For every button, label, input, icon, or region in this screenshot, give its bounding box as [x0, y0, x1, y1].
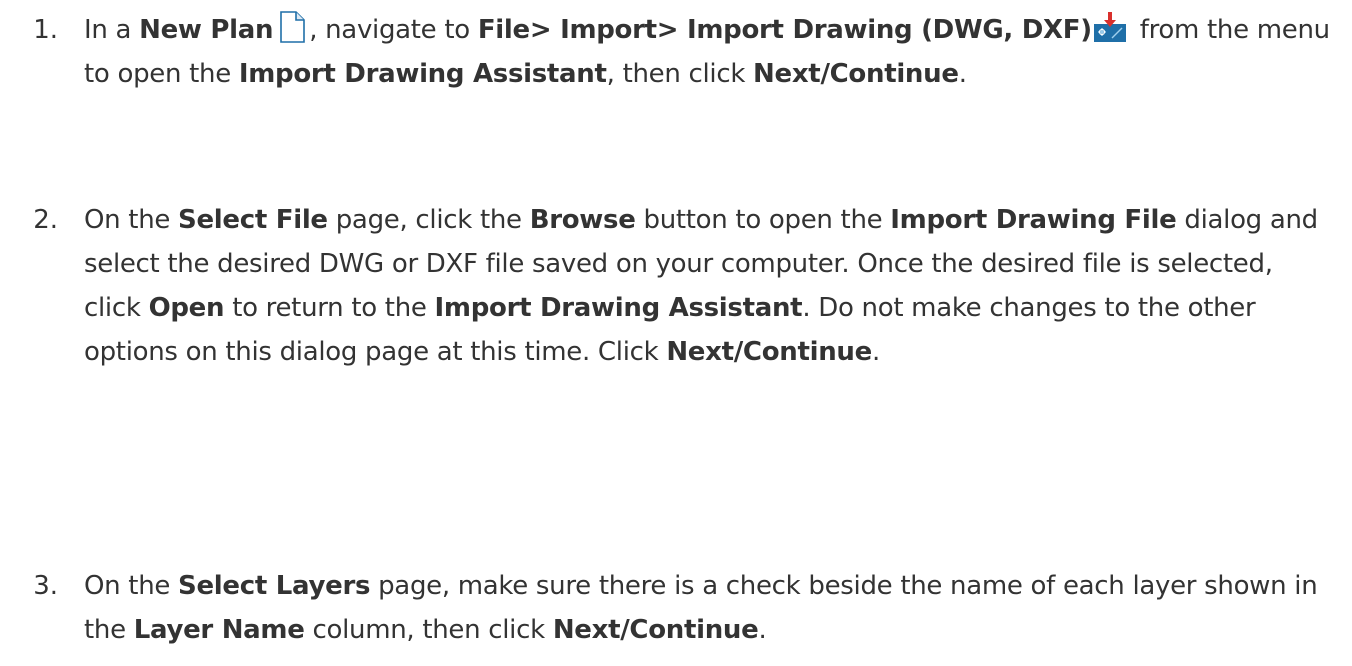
ui-term-select-layers: Select Layers	[178, 571, 371, 601]
text-run: , navigate to	[309, 15, 478, 45]
text-run: column, then click	[304, 615, 553, 645]
ui-term-next-continue: Next/Continue	[552, 615, 759, 645]
import-drawing-icon	[1092, 10, 1128, 44]
text-run: .	[958, 59, 967, 89]
ui-term-next-continue: Next/Continue	[753, 59, 959, 89]
ui-term-import-drawing-file: Import Drawing File	[890, 205, 1177, 235]
text-run: On the	[84, 205, 179, 235]
step-number: 3.	[33, 571, 58, 601]
new-plan-icon	[277, 10, 307, 44]
step-number: 2.	[33, 205, 58, 235]
ui-term-next-continue: Next/Continue	[666, 337, 872, 367]
ui-term-layer-name: Layer Name	[133, 615, 305, 645]
ui-term-new-plan: New Plan	[139, 15, 274, 45]
text-run: .	[758, 615, 767, 645]
step-text: In a New Plan , navigate to File> Import>…	[84, 8, 1334, 96]
step-number: 1.	[33, 15, 58, 45]
text-run: , then click	[606, 59, 754, 89]
text-run: .	[871, 337, 880, 367]
ui-term-import-drawing-assistant: Import Drawing Assistant	[238, 59, 607, 89]
ui-term-menu-path: File> Import> Import Drawing (DWG, DXF)	[477, 15, 1092, 45]
text-run: page, click the	[327, 205, 530, 235]
text-run: to return to the	[224, 293, 435, 323]
ui-term-import-drawing-assistant: Import Drawing Assistant	[434, 293, 803, 323]
ui-term-browse: Browse	[529, 205, 636, 235]
step-text: On the Select Layers page, make sure the…	[84, 564, 1334, 652]
ui-term-select-file: Select File	[178, 205, 328, 235]
step-text: On the Select File page, click the Brows…	[84, 198, 1334, 374]
text-run: button to open the	[635, 205, 891, 235]
text-run: On the	[84, 571, 179, 601]
ui-term-open: Open	[148, 293, 225, 323]
text-run: In a	[84, 15, 140, 45]
